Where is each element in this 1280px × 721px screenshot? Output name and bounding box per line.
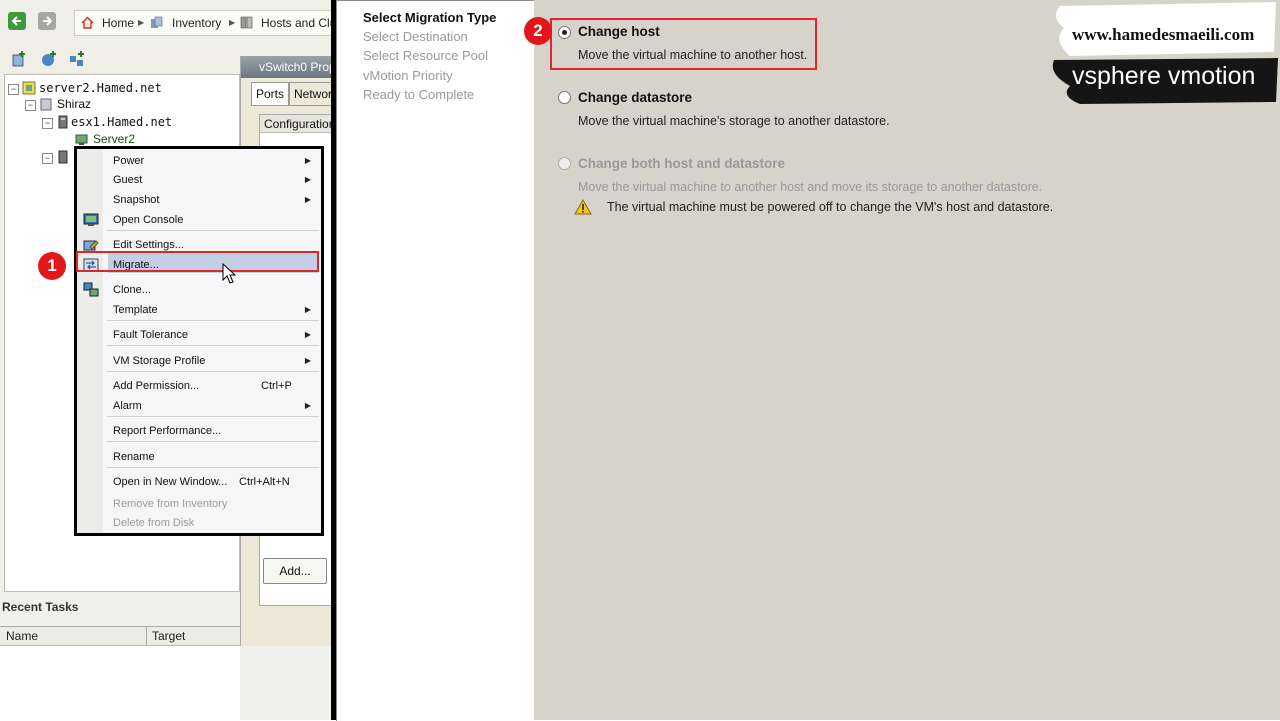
tasks-table: Name Target [0, 626, 240, 720]
tab-network-adapters[interactable]: Network Adapters [289, 82, 332, 106]
console-icon [83, 213, 99, 226]
vcenter-icon [22, 81, 36, 95]
dialog-title: vSwitch0 Properties [241, 56, 332, 78]
menu-item-guest[interactable]: Guest ▶ [77, 170, 321, 190]
breadcrumb-hosts-clusters[interactable]: Hosts and Clusters [261, 16, 332, 30]
menu-item-snapshot[interactable]: Snapshot ▶ [77, 190, 321, 210]
configuration-header: Configuration [260, 115, 332, 133]
breadcrumb-home[interactable]: Home [102, 16, 134, 30]
menu-separator [107, 371, 319, 372]
breadcrumb-separator-icon: ▶ [138, 18, 145, 27]
column-target[interactable]: Target [152, 629, 185, 643]
host-icon [58, 115, 68, 129]
back-button[interactable] [8, 12, 26, 30]
tree-collapse-icon[interactable]: − [25, 100, 36, 111]
step-ready-to-complete[interactable]: Ready to Complete [363, 87, 474, 102]
submenu-arrow-icon: ▶ [304, 305, 311, 314]
submenu-arrow-icon: ▶ [304, 175, 311, 184]
menu-separator [107, 467, 319, 468]
step-badge-1: 1 [38, 252, 66, 280]
column-name[interactable]: Name [6, 629, 38, 643]
submenu-arrow-icon: ▶ [304, 401, 311, 410]
step-vmotion-priority[interactable]: vMotion Priority [363, 68, 453, 83]
add-host-icon[interactable] [10, 50, 28, 68]
breadcrumb: Home ▶ Inventory ▶ Hosts and Clusters [74, 10, 332, 36]
step-badge-2: 2 [524, 17, 552, 45]
menu-item-report-performance[interactable]: Report Performance... [77, 421, 321, 441]
tree-collapse-icon[interactable]: − [8, 84, 19, 95]
menu-item-open-console[interactable]: Open Console [77, 210, 321, 230]
hosts-clusters-icon [240, 16, 253, 29]
change-both-description: Move the virtual machine to another host… [578, 180, 1043, 194]
change-both-radio[interactable] [558, 157, 571, 170]
shortcut-label: Ctrl+Alt+N [239, 476, 290, 488]
column-separator[interactable] [146, 627, 147, 645]
shortcut-label: Ctrl+P [261, 380, 292, 392]
step-select-migration-type[interactable]: Select Migration Type [363, 10, 496, 25]
migrate-highlight-outline [76, 251, 319, 272]
menu-item-fault-tolerance[interactable]: Fault Tolerance ▶ [77, 325, 321, 345]
vm-icon [75, 134, 88, 145]
arrow-left-icon [11, 16, 21, 26]
submenu-arrow-icon: ▶ [304, 195, 311, 204]
tree-collapse-icon[interactable]: − [42, 153, 53, 164]
menu-separator [107, 416, 319, 417]
submenu-arrow-icon: ▶ [304, 356, 311, 365]
tab-ports[interactable]: Ports [251, 82, 290, 106]
submenu-arrow-icon: ▶ [304, 156, 311, 165]
change-both-label[interactable]: Change both host and datastore [578, 156, 785, 171]
tree-item-vm[interactable]: Server2 [93, 132, 135, 146]
submenu-arrow-icon: ▶ [304, 330, 311, 339]
change-datastore-label[interactable]: Change datastore [578, 90, 692, 105]
watermark-title: vsphere vmotion [1072, 62, 1256, 90]
arrow-right-icon [43, 16, 53, 26]
breadcrumb-inventory[interactable]: Inventory [172, 16, 221, 30]
change-host-highlight-outline [550, 18, 817, 70]
menu-item-remove-from-inventory[interactable]: Remove from Inventory [77, 494, 321, 514]
mouse-cursor-icon [222, 263, 236, 284]
menu-item-open-new-window[interactable]: Open in New Window... Ctrl+Alt+N [77, 472, 321, 492]
datacenter-icon [40, 98, 52, 111]
warning-icon [574, 199, 592, 215]
menu-item-template[interactable]: Template ▶ [77, 300, 321, 320]
wizard-steps: Select Migration Type Select Destination… [336, 0, 535, 721]
host-icon [58, 150, 68, 164]
menu-item-clone[interactable]: Clone... [77, 280, 321, 300]
new-vm-icon[interactable] [40, 50, 58, 68]
change-datastore-description: Move the virtual machine's storage to an… [578, 114, 890, 128]
change-datastore-radio[interactable] [558, 91, 571, 104]
menu-item-alarm[interactable]: Alarm ▶ [77, 396, 321, 416]
menu-item-power[interactable]: Power ▶ [77, 151, 321, 171]
new-resource-pool-icon[interactable] [68, 50, 86, 68]
menu-item-add-permission[interactable]: Add Permission... Ctrl+P [77, 376, 321, 396]
navigation-toolbar: Home ▶ Inventory ▶ Hosts and Clusters [0, 0, 332, 45]
inventory-icon [151, 16, 163, 28]
tree-item-host[interactable]: esx1.Hamed.net [71, 115, 172, 129]
watermark-site: www.hamedesmaeili.com [1072, 25, 1255, 44]
tree-item-vcenter[interactable]: server2.Hamed.net [39, 81, 162, 95]
menu-item-rename[interactable]: Rename [77, 447, 321, 467]
recent-tasks-panel: Recent Tasks Name Target [0, 596, 240, 720]
forward-button[interactable] [38, 12, 56, 30]
tree-item-datacenter[interactable]: Shiraz [57, 97, 91, 111]
vm-context-menu: Power ▶ Guest ▶ Snapshot ▶ Open Console Edi… [74, 146, 324, 536]
menu-item-vm-storage-profile[interactable]: VM Storage Profile ▶ [77, 351, 321, 371]
tree-collapse-icon[interactable]: − [42, 118, 53, 129]
home-icon [81, 16, 94, 29]
recent-tasks-title: Recent Tasks [2, 600, 79, 614]
tasks-header: Name Target [0, 627, 240, 646]
menu-item-delete-from-disk[interactable]: Delete from Disk [77, 513, 321, 533]
add-button[interactable]: Add... [263, 558, 327, 584]
menu-separator [107, 230, 319, 231]
menu-separator [107, 320, 319, 321]
menu-separator [107, 441, 319, 442]
warning-text: The virtual machine must be powered off … [607, 200, 1054, 214]
breadcrumb-separator-icon: ▶ [229, 18, 236, 27]
clone-icon [83, 282, 99, 297]
brush-stroke-watermark [1052, 2, 1278, 104]
menu-separator [107, 345, 319, 346]
step-select-destination[interactable]: Select Destination [363, 29, 468, 44]
step-select-resource-pool[interactable]: Select Resource Pool [363, 48, 488, 63]
